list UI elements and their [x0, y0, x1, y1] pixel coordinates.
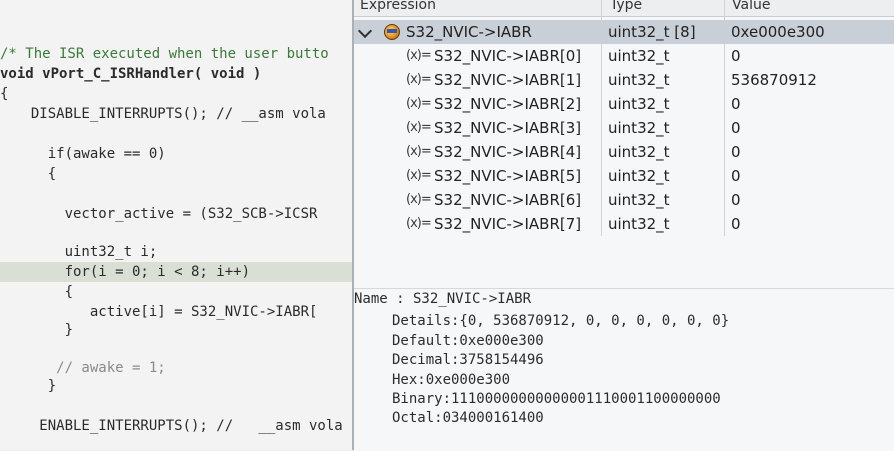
code-line-20: ENABLE_INTERRUPTS(); // __asm vola: [14, 418, 343, 434]
code-line-7: {: [14, 166, 57, 182]
variable-icon: (x)=: [406, 120, 432, 135]
code-line-2: void vPort_C_ISRHandler( void ): [0, 66, 262, 82]
expression-value[interactable]: 0: [731, 143, 741, 161]
code-editor[interactable]: /* The ISR executed when the user butto …: [0, 0, 352, 450]
expression-name: S32_NVIC->IABR[4]: [434, 143, 582, 161]
chevron-down-icon[interactable]: [357, 23, 373, 39]
detail-decimal: Decimal:3758154496: [392, 352, 544, 368]
expression-name: S32_NVIC->IABR: [406, 23, 532, 41]
expression-type: uint32_t: [608, 47, 670, 65]
expression-value[interactable]: 0: [731, 47, 741, 65]
expression-name: S32_NVIC->IABR[6]: [434, 191, 582, 209]
variable-icon: (x)=: [406, 168, 432, 183]
expression-row-parent[interactable]: S32_NVIC->IABR uint32_t [8] 0xe000e300: [354, 20, 894, 44]
code-line-18: }: [14, 378, 57, 394]
expression-row[interactable]: (x)= S32_NVIC->IABR[2] uint32_t 0: [354, 92, 894, 116]
expression-row[interactable]: (x)= S32_NVIC->IABR[5] uint32_t 0: [354, 164, 894, 188]
expressions-view: Expression Type Value S32_NVIC->IABR uin…: [354, 0, 894, 288]
variable-icon: (x)=: [406, 72, 432, 87]
detail-default: Default:0xe000e300: [392, 333, 544, 349]
expression-row[interactable]: (x)= S32_NVIC->IABR[3] uint32_t 0: [354, 116, 894, 140]
expression-name: S32_NVIC->IABR[7]: [434, 215, 582, 233]
code-line-4: DISABLE_INTERRUPTS(); // __asm vola: [14, 106, 326, 122]
column-header-type[interactable]: Type: [610, 0, 642, 13]
variable-icon: (x)=: [406, 216, 432, 231]
expression-value[interactable]: 0: [731, 191, 741, 209]
expression-value[interactable]: 0: [731, 119, 741, 137]
column-header-expression[interactable]: Expression: [360, 0, 436, 13]
code-line-12-text: for(i = 0; i < 8; i++): [14, 264, 251, 280]
detail-binary: Binary:11100000000000001110001100000000: [392, 391, 721, 407]
code-line-3: {: [0, 86, 9, 102]
expression-type: uint32_t: [608, 215, 670, 233]
expression-type: uint32_t: [608, 95, 670, 113]
code-line-11: uint32_t i;: [14, 244, 158, 260]
expression-type: uint32_t: [608, 143, 670, 161]
detail-hex: Hex:0xe000e300: [392, 372, 511, 388]
code-line-17: // awake = 1;: [14, 360, 166, 376]
code-line-14: active[i] = S32_NVIC->IABR[: [14, 304, 318, 320]
expression-value[interactable]: 0: [731, 215, 741, 233]
expression-type: uint32_t: [608, 71, 670, 89]
detail-details: Details:{0, 536870912, 0, 0, 0, 0, 0, 0}: [392, 313, 730, 329]
expression-value[interactable]: 0xe000e300: [731, 23, 825, 41]
expressions-header: Expression Type Value: [354, 0, 894, 17]
expression-type: uint32_t: [608, 191, 670, 209]
detail-name: Name : S32_NVIC->IABR: [354, 291, 532, 307]
expression-type: uint32_t [8]: [608, 23, 696, 41]
expression-row[interactable]: (x)= S32_NVIC->IABR[0] uint32_t 0: [354, 44, 894, 68]
expression-row[interactable]: (x)= S32_NVIC->IABR[7] uint32_t 0: [354, 212, 894, 236]
expression-type: uint32_t: [608, 119, 670, 137]
expression-type: uint32_t: [608, 167, 670, 185]
variable-icon: (x)=: [406, 192, 432, 207]
detail-octal: Octal:034000161400: [392, 410, 544, 426]
expression-value[interactable]: 0: [731, 167, 741, 185]
code-line-6: if(awake == 0): [14, 146, 166, 162]
struct-variable-icon: [384, 24, 400, 40]
code-line-13: {: [14, 284, 74, 300]
code-line-15: }: [14, 322, 74, 338]
variable-icon: (x)=: [406, 144, 432, 159]
variable-icon: (x)=: [406, 96, 432, 111]
code-line-1: /* The ISR executed when the user butto: [0, 46, 329, 62]
expression-name: S32_NVIC->IABR[3]: [434, 119, 582, 137]
column-header-value[interactable]: Value: [732, 0, 770, 13]
expression-name: S32_NVIC->IABR[2]: [434, 95, 582, 113]
expression-row[interactable]: (x)= S32_NVIC->IABR[4] uint32_t 0: [354, 140, 894, 164]
expression-row[interactable]: (x)= S32_NVIC->IABR[6] uint32_t 0: [354, 188, 894, 212]
code-line-9: vector_active = (S32_SCB->ICSR: [14, 206, 318, 222]
expression-name: S32_NVIC->IABR[5]: [434, 167, 582, 185]
details-pane[interactable]: Name : S32_NVIC->IABR Details:{0, 536870…: [354, 288, 894, 451]
expression-value[interactable]: 0: [731, 95, 741, 113]
expression-row[interactable]: (x)= S32_NVIC->IABR[1] uint32_t 53687091…: [354, 68, 894, 92]
expression-name: S32_NVIC->IABR[1]: [434, 71, 582, 89]
code-line-12-current: for(i = 0; i < 8; i++): [0, 262, 352, 282]
variable-icon: (x)=: [406, 48, 432, 63]
expression-value[interactable]: 536870912: [731, 71, 817, 89]
expression-name: S32_NVIC->IABR[0]: [434, 47, 582, 65]
